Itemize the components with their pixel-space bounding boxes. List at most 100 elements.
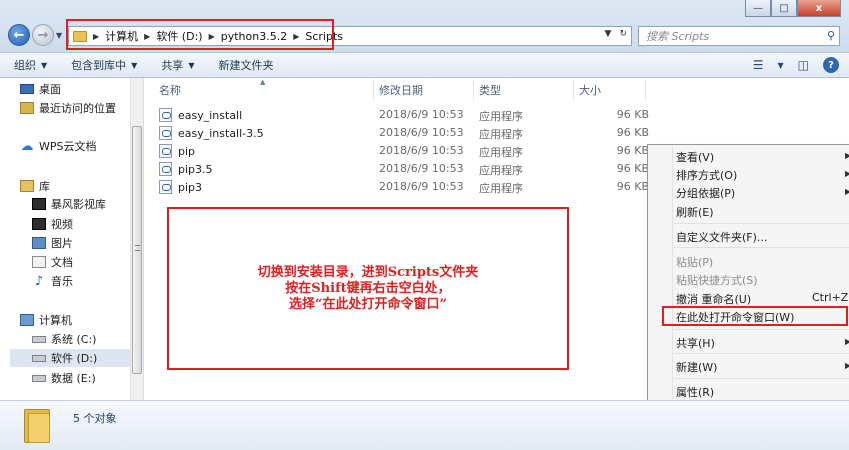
nav-item-drive-e[interactable]: 数据 (E:) xyxy=(32,370,96,386)
breadcrumb-computer[interactable]: 计算机 xyxy=(105,28,138,44)
library-icon xyxy=(20,180,34,192)
drive-icon xyxy=(32,374,46,382)
nav-scrollbar[interactable] xyxy=(130,78,143,400)
details-pane: 5 个对象 xyxy=(0,400,849,450)
nav-item-videos[interactable]: 视频 xyxy=(32,216,73,232)
annotation-text: 切换到安装目录，进到Scripts文件夹 按在Shift键再右击空白处， 选择“… xyxy=(167,265,569,313)
nav-item-drive-d[interactable]: 软件 (D:) xyxy=(10,349,130,367)
nav-item-desktop[interactable]: 桌面 xyxy=(20,81,61,97)
share-label: 共享 xyxy=(161,59,184,72)
file-row[interactable]: easy_install 2018/6/9 10:53 应用程序 96 KB xyxy=(159,106,659,124)
file-row[interactable]: pip3 2018/6/9 10:53 应用程序 96 KB xyxy=(159,178,659,196)
minimize-button[interactable]: — xyxy=(745,0,771,17)
file-type: 应用程序 xyxy=(479,182,523,195)
nav-item-storm-video[interactable]: 暴风影视库 xyxy=(32,196,106,212)
new-folder-button[interactable]: 新建文件夹 xyxy=(218,57,273,73)
menu-item-new[interactable]: 新建(W) xyxy=(676,359,717,375)
file-date: 2018/6/9 10:53 xyxy=(379,126,464,139)
menu-item-paste-shortcut: 粘贴快捷方式(S) xyxy=(676,274,758,287)
menu-separator xyxy=(674,353,849,354)
recent-places-icon xyxy=(20,102,34,114)
drive-icon xyxy=(32,354,46,362)
recent-pages-dropdown[interactable]: ▼ xyxy=(56,31,62,40)
menu-item-undo-rename[interactable]: 撤消 重命名(U) xyxy=(676,291,751,307)
nav-item-computer[interactable]: 计算机 xyxy=(20,312,72,328)
menu-item-group-by[interactable]: 分组依据(P) xyxy=(676,185,735,201)
address-actions: ▼ ↻ xyxy=(605,29,627,39)
nav-item-documents[interactable]: 文档 xyxy=(32,254,73,270)
submenu-arrow-icon: ▶ xyxy=(845,187,849,196)
address-dropdown-icon[interactable]: ▼ xyxy=(605,29,612,39)
file-row[interactable]: pip3.5 2018/6/9 10:53 应用程序 96 KB xyxy=(159,160,659,178)
chevron-right-icon[interactable]: ▶ xyxy=(144,32,150,41)
breadcrumb-scripts[interactable]: Scripts xyxy=(305,30,343,43)
breadcrumb-python[interactable]: python3.5.2 xyxy=(221,30,287,43)
address-bar[interactable]: ▶ 计算机 ▶ 软件 (D:) ▶ python3.5.2 ▶ Scripts … xyxy=(68,26,632,46)
arrow-right-icon: → xyxy=(37,27,49,43)
file-row[interactable]: pip 2018/6/9 10:53 应用程序 96 KB xyxy=(159,142,659,160)
folder-icon xyxy=(73,30,87,42)
close-button[interactable]: x xyxy=(797,0,841,17)
column-header-type[interactable]: 类型 xyxy=(479,82,501,98)
nav-item-libraries[interactable]: 库 xyxy=(20,178,50,194)
desktop-icon xyxy=(20,84,34,94)
refresh-icon[interactable]: ↻ xyxy=(619,29,627,39)
chevron-down-icon[interactable]: ▼ xyxy=(778,61,784,70)
share-button[interactable]: 共享 ▼ xyxy=(161,57,194,73)
search-icon[interactable]: ⚲ xyxy=(827,29,835,42)
nav-scrollbar-thumb[interactable] xyxy=(132,126,142,374)
preview-pane-icon[interactable]: ◫ xyxy=(798,58,809,72)
file-type: 应用程序 xyxy=(479,110,523,123)
picture-icon xyxy=(32,237,46,249)
menu-item-customize-folder[interactable]: 自定义文件夹(F)... xyxy=(676,229,767,245)
file-date: 2018/6/9 10:53 xyxy=(379,180,464,193)
drive-icon xyxy=(32,335,46,343)
nav-item-drive-c[interactable]: 系统 (C:) xyxy=(32,331,96,347)
forward-button[interactable]: → xyxy=(32,24,54,46)
python-exe-icon xyxy=(159,180,172,194)
file-date: 2018/6/9 10:53 xyxy=(379,108,464,121)
menu-separator xyxy=(674,329,849,330)
command-toolbar: 组织 ▼ 包含到库中 ▼ 共享 ▼ 新建文件夹 ☰ ▼ ◫ ? xyxy=(0,52,849,78)
organize-button[interactable]: 组织 ▼ xyxy=(14,57,47,73)
search-input[interactable]: 搜索 Scripts ⚲ xyxy=(638,26,840,46)
file-size: 96 KB xyxy=(616,126,649,139)
menu-item-properties[interactable]: 属性(R) xyxy=(676,384,714,400)
menu-separator xyxy=(674,378,849,379)
chevron-right-icon[interactable]: ▶ xyxy=(209,32,215,41)
menu-item-refresh[interactable]: 刷新(E) xyxy=(676,204,714,220)
file-name: easy_install-3.5 xyxy=(178,126,264,140)
menu-item-sort-by[interactable]: 排序方式(O) xyxy=(676,167,737,183)
file-type: 应用程序 xyxy=(479,146,523,159)
file-row[interactable]: easy_install-3.5 2018/6/9 10:53 应用程序 96 … xyxy=(159,124,659,142)
toolbar-right: ☰ ▼ ◫ ? xyxy=(753,57,839,73)
menu-item-share-with[interactable]: 共享(H) xyxy=(676,335,715,351)
sort-ascending-icon: ▲ xyxy=(260,78,266,86)
help-icon[interactable]: ? xyxy=(823,57,839,73)
nav-item-wps-cloud[interactable]: ☁ WPS云文档 xyxy=(20,138,97,154)
nav-item-recent[interactable]: 最近访问的位置 xyxy=(20,100,116,116)
back-button[interactable]: ← xyxy=(8,24,30,46)
column-header-date[interactable]: 修改日期 xyxy=(379,82,423,98)
menu-item-view[interactable]: 查看(V) xyxy=(676,149,714,165)
chevron-down-icon: ▼ xyxy=(131,60,138,70)
view-options-icon[interactable]: ☰ xyxy=(753,58,764,72)
window-controls: — □ x xyxy=(745,0,841,17)
nav-item-pictures[interactable]: 图片 xyxy=(32,235,73,251)
column-header-size[interactable]: 大小 xyxy=(579,82,601,98)
folder-icon xyxy=(24,407,50,443)
nav-label: 暴风影视库 xyxy=(51,198,106,211)
chevron-down-icon: ▼ xyxy=(188,60,195,70)
include-library-button[interactable]: 包含到库中 ▼ xyxy=(71,57,137,73)
nav-item-music[interactable]: ♪ 音乐 xyxy=(32,273,73,289)
maximize-button[interactable]: □ xyxy=(771,0,797,17)
breadcrumb-drive-d[interactable]: 软件 (D:) xyxy=(156,28,202,44)
python-exe-icon xyxy=(159,108,172,122)
column-header-name[interactable]: 名称 xyxy=(159,82,181,98)
chevron-right-icon: ▶ xyxy=(93,31,100,41)
music-note-icon: ♪ xyxy=(34,273,44,289)
document-icon xyxy=(32,256,46,268)
file-size: 96 KB xyxy=(616,162,649,175)
submenu-arrow-icon: ▶ xyxy=(845,361,849,370)
chevron-right-icon[interactable]: ▶ xyxy=(293,32,299,41)
